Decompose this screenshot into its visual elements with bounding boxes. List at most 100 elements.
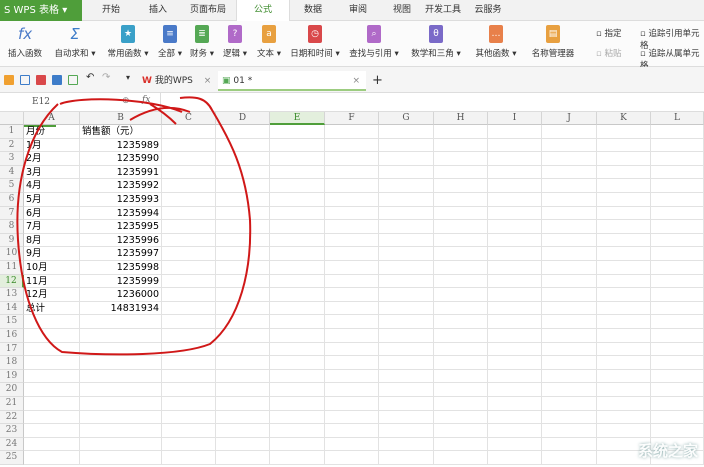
ribbon-button-5[interactable]: ? 逻辑 ▾	[218, 23, 252, 59]
cell-E22[interactable]	[270, 410, 325, 425]
cell-D16[interactable]	[216, 329, 270, 343]
cell-H2[interactable]	[434, 138, 488, 153]
cell-K7[interactable]	[597, 206, 651, 221]
cell-I8[interactable]	[488, 220, 542, 234]
cell-H6[interactable]	[434, 193, 488, 207]
column-header-A[interactable]: A	[24, 112, 80, 125]
cell-A11[interactable]: 10月	[24, 261, 80, 275]
row-header-15[interactable]: 15	[0, 315, 24, 329]
cell-B7[interactable]: 1235994	[80, 206, 162, 221]
cell-C14[interactable]	[162, 301, 216, 316]
cell-D19[interactable]	[216, 369, 270, 384]
cell-H13[interactable]	[434, 288, 488, 302]
tab-document[interactable]: ▣ 01 * ×	[218, 71, 366, 91]
cell-L4[interactable]	[651, 165, 704, 180]
cell-G23[interactable]	[379, 424, 434, 438]
cell-F12[interactable]	[325, 274, 379, 289]
cell-K19[interactable]	[597, 369, 651, 384]
export-pdf-icon[interactable]	[36, 75, 46, 85]
cell-J23[interactable]	[542, 424, 597, 438]
cell-J18[interactable]	[542, 356, 597, 370]
cell-B2[interactable]: 1235989	[80, 138, 162, 153]
cell-B19[interactable]	[80, 369, 162, 384]
cell-E12[interactable]	[270, 274, 325, 289]
cell-B22[interactable]	[80, 410, 162, 425]
cell-D2[interactable]	[216, 138, 270, 153]
undo-icon[interactable]: ↶	[86, 72, 96, 83]
cell-G3[interactable]	[379, 152, 434, 166]
row-header-18[interactable]: 18	[0, 356, 24, 370]
column-header-K[interactable]: K	[597, 112, 651, 125]
ribbon-small-button-1[interactable]: ▫ 粘贴	[596, 47, 621, 59]
cell-F15[interactable]	[325, 315, 379, 329]
cell-G22[interactable]	[379, 410, 434, 425]
cell-L2[interactable]	[651, 138, 704, 153]
cell-A22[interactable]	[24, 410, 80, 425]
cell-G14[interactable]	[379, 301, 434, 316]
cell-A15[interactable]	[24, 315, 80, 329]
cell-C3[interactable]	[162, 152, 216, 166]
cell-K23[interactable]	[597, 424, 651, 438]
row-header-14[interactable]: 14	[0, 301, 24, 316]
cell-C1[interactable]	[162, 125, 216, 139]
cell-I1[interactable]	[488, 125, 542, 139]
cell-C4[interactable]	[162, 165, 216, 180]
cell-I22[interactable]	[488, 410, 542, 425]
column-header-E[interactable]: E	[270, 112, 325, 125]
cell-J4[interactable]	[542, 165, 597, 180]
cell-A8[interactable]: 7月	[24, 220, 80, 234]
tab-8[interactable]: 云服务	[466, 0, 510, 21]
cell-K6[interactable]	[597, 193, 651, 207]
cell-K18[interactable]	[597, 356, 651, 370]
row-header-12[interactable]: 12	[0, 274, 24, 289]
cell-G11[interactable]	[379, 261, 434, 275]
cell-A23[interactable]	[24, 424, 80, 438]
cell-J13[interactable]	[542, 288, 597, 302]
select-all-corner[interactable]	[0, 112, 24, 125]
cell-F16[interactable]	[325, 329, 379, 343]
row-header-23[interactable]: 23	[0, 424, 24, 438]
cell-I5[interactable]	[488, 179, 542, 193]
cell-D8[interactable]	[216, 220, 270, 234]
cell-C16[interactable]	[162, 329, 216, 343]
cell-F3[interactable]	[325, 152, 379, 166]
cell-G4[interactable]	[379, 165, 434, 180]
ribbon-button-3[interactable]: ≡ 全部 ▾	[154, 23, 186, 59]
name-box[interactable]: E12	[0, 93, 92, 111]
cell-E11[interactable]	[270, 261, 325, 275]
cell-H17[interactable]	[434, 342, 488, 357]
cell-F10[interactable]	[325, 247, 379, 261]
ribbon-button-11[interactable]: ▤ 名称管理器	[524, 23, 582, 59]
cell-B8[interactable]: 1235995	[80, 220, 162, 234]
cell-K11[interactable]	[597, 261, 651, 275]
cell-K14[interactable]	[597, 301, 651, 316]
cell-G2[interactable]	[379, 138, 434, 153]
cell-L15[interactable]	[651, 315, 704, 329]
cell-B14[interactable]: 14831934	[80, 301, 162, 316]
cell-L16[interactable]	[651, 329, 704, 343]
cell-B13[interactable]: 1236000	[80, 288, 162, 302]
cell-C23[interactable]	[162, 424, 216, 438]
cell-A25[interactable]	[24, 451, 80, 465]
cell-C13[interactable]	[162, 288, 216, 302]
cell-G13[interactable]	[379, 288, 434, 302]
cell-B23[interactable]	[80, 424, 162, 438]
cell-D4[interactable]	[216, 165, 270, 180]
cell-A9[interactable]: 8月	[24, 233, 80, 248]
cell-K17[interactable]	[597, 342, 651, 357]
cell-L9[interactable]	[651, 233, 704, 248]
cell-F19[interactable]	[325, 369, 379, 384]
cell-C15[interactable]	[162, 315, 216, 329]
cell-H9[interactable]	[434, 233, 488, 248]
row-header-4[interactable]: 4	[0, 165, 24, 180]
row-header-22[interactable]: 22	[0, 410, 24, 425]
ribbon-button-9[interactable]: θ 数学和三角 ▾	[404, 23, 468, 59]
cell-J25[interactable]	[542, 451, 597, 465]
cell-I12[interactable]	[488, 274, 542, 289]
cell-B25[interactable]	[80, 451, 162, 465]
wps-app-menu[interactable]: S WPS 表格 ▾	[0, 0, 82, 21]
cell-B11[interactable]: 1235998	[80, 261, 162, 275]
cell-E7[interactable]	[270, 206, 325, 221]
cell-F2[interactable]	[325, 138, 379, 153]
row-header-3[interactable]: 3	[0, 152, 24, 166]
